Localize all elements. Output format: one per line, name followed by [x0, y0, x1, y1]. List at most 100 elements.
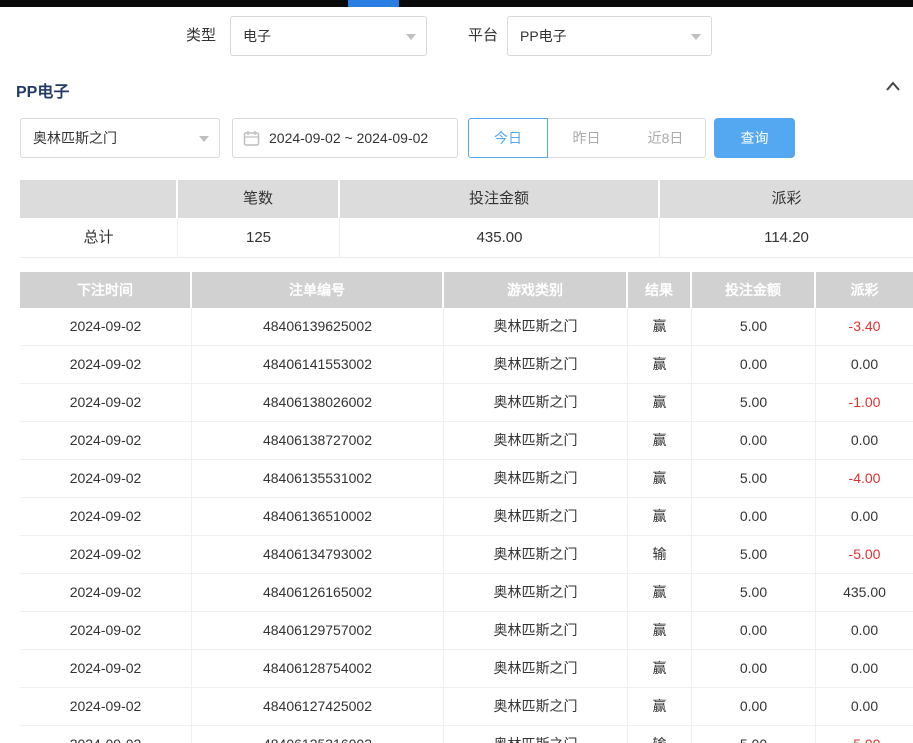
bet-amount: 0.00 [692, 422, 816, 460]
calendar-icon [243, 130, 260, 147]
bet-amount: 0.00 [692, 650, 816, 688]
top-bar [0, 0, 913, 7]
bet-amount: 5.00 [692, 460, 816, 498]
platform-select[interactable]: PP电子 [507, 16, 712, 56]
col-header-bet-time: 下注时间 [20, 272, 192, 308]
bet-id: 48406134793002 [192, 536, 444, 574]
bet-payout: 0.00 [816, 498, 913, 536]
last8days-button[interactable]: 近8日 [626, 118, 706, 158]
bet-payout: -1.00 [816, 384, 913, 422]
today-button[interactable]: 今日 [468, 118, 548, 158]
bet-amount: 0.00 [692, 346, 816, 384]
search-button[interactable]: 查询 [714, 118, 795, 158]
game-category: 奥林匹斯之门 [444, 650, 628, 688]
table-row: 2024-09-02 48406127425002 奥林匹斯之门 赢 0.00 … [20, 688, 913, 726]
platform-label: 平台 [468, 16, 498, 56]
bet-result: 赢 [628, 612, 692, 650]
game-category: 奥林匹斯之门 [444, 460, 628, 498]
summary-total-row: 总计 125 435.00 114.20 [20, 218, 913, 258]
bet-date: 2024-09-02 [20, 308, 192, 346]
game-select[interactable]: 奥林匹斯之门 [20, 118, 220, 158]
date-range-input[interactable]: 2024-09-02 ~ 2024-09-02 [232, 118, 458, 158]
table-row: 2024-09-02 48406134793002 奥林匹斯之门 输 5.00 … [20, 536, 913, 574]
bet-id: 48406135531002 [192, 460, 444, 498]
bet-amount: 0.00 [692, 612, 816, 650]
bet-date: 2024-09-02 [20, 460, 192, 498]
collapse-section-button[interactable] [884, 78, 908, 100]
summary-header-payout: 派彩 [660, 180, 913, 218]
bet-amount: 5.00 [692, 384, 816, 422]
bet-result: 赢 [628, 688, 692, 726]
bet-payout: 0.00 [816, 346, 913, 384]
table-header-row: 下注时间 注单编号 游戏类别 结果 投注金额 派彩 [20, 272, 913, 308]
bet-result: 赢 [628, 460, 692, 498]
bet-date: 2024-09-02 [20, 688, 192, 726]
bet-payout: 0.00 [816, 612, 913, 650]
bet-payout: 0.00 [816, 688, 913, 726]
col-header-bet-amount: 投注金额 [692, 272, 816, 308]
bet-date: 2024-09-02 [20, 498, 192, 536]
bet-id: 48406128754002 [192, 650, 444, 688]
section-title: PP电子 [16, 78, 69, 102]
table-row: 2024-09-02 48406128754002 奥林匹斯之门 赢 0.00 … [20, 650, 913, 688]
bet-records-table: 下注时间 注单编号 游戏类别 结果 投注金额 派彩 2024-09-02 484… [20, 272, 913, 743]
game-category: 奥林匹斯之门 [444, 346, 628, 384]
summary-header-bet-amount: 投注金额 [340, 180, 660, 218]
bet-date: 2024-09-02 [20, 612, 192, 650]
bet-payout: -3.40 [816, 308, 913, 346]
table-row: 2024-09-02 48406129757002 奥林匹斯之门 赢 0.00 … [20, 612, 913, 650]
game-category: 奥林匹斯之门 [444, 726, 628, 743]
summary-total-bet-amount: 435.00 [340, 218, 660, 258]
chevron-down-icon [691, 34, 701, 40]
bet-payout: 0.00 [816, 422, 913, 460]
summary-header-blank [20, 180, 178, 218]
bet-date: 2024-09-02 [20, 384, 192, 422]
game-category: 奥林匹斯之门 [444, 574, 628, 612]
bet-amount: 5.00 [692, 574, 816, 612]
bet-amount: 0.00 [692, 498, 816, 536]
summary-total-count: 125 [178, 218, 340, 258]
summary-header-count: 笔数 [178, 180, 340, 218]
date-range-value: 2024-09-02 ~ 2024-09-02 [269, 130, 428, 146]
game-category: 奥林匹斯之门 [444, 308, 628, 346]
table-row: 2024-09-02 48406136510002 奥林匹斯之门 赢 0.00 … [20, 498, 913, 536]
yesterday-button[interactable]: 昨日 [547, 118, 627, 158]
bet-payout: 435.00 [816, 574, 913, 612]
col-header-game-category: 游戏类别 [444, 272, 628, 308]
table-body: 2024-09-02 48406139625002 奥林匹斯之门 赢 5.00 … [20, 308, 913, 743]
bet-result: 赢 [628, 574, 692, 612]
bet-id: 48406129757002 [192, 612, 444, 650]
type-label: 类型 [186, 16, 216, 56]
bet-result: 输 [628, 536, 692, 574]
bet-date: 2024-09-02 [20, 536, 192, 574]
bet-amount: 5.00 [692, 536, 816, 574]
chevron-up-icon [884, 78, 902, 96]
summary-header-row: 笔数 投注金额 派彩 [20, 180, 913, 218]
summary-table: 笔数 投注金额 派彩 总计 125 435.00 114.20 [20, 180, 913, 258]
bet-payout: -5.00 [816, 726, 913, 743]
bet-amount: 5.00 [692, 308, 816, 346]
bet-payout: 0.00 [816, 650, 913, 688]
game-category: 奥林匹斯之门 [444, 612, 628, 650]
game-category: 奥林匹斯之门 [444, 384, 628, 422]
bet-id: 48406136510002 [192, 498, 444, 536]
type-select[interactable]: 电子 [230, 16, 427, 56]
bet-date: 2024-09-02 [20, 650, 192, 688]
bet-payout: -5.00 [816, 536, 913, 574]
game-select-value: 奥林匹斯之门 [33, 130, 117, 146]
chevron-down-icon [199, 136, 209, 142]
records-page: 类型 电子 平台 PP电子 PP电子 奥林匹斯之门 2024-09-02 ~ 2… [0, 0, 913, 743]
game-category: 奥林匹斯之门 [444, 688, 628, 726]
bet-result: 赢 [628, 422, 692, 460]
bet-payout: -4.00 [816, 460, 913, 498]
platform-select-value: PP电子 [520, 28, 567, 44]
bet-date: 2024-09-02 [20, 726, 192, 743]
bet-id: 48406138727002 [192, 422, 444, 460]
bet-result: 赢 [628, 346, 692, 384]
bet-id: 48406125316002 [192, 726, 444, 743]
col-header-result: 结果 [628, 272, 692, 308]
bet-result: 赢 [628, 384, 692, 422]
bet-result: 输 [628, 726, 692, 743]
summary-total-label: 总计 [20, 218, 178, 258]
bet-amount: 5.00 [692, 726, 816, 743]
